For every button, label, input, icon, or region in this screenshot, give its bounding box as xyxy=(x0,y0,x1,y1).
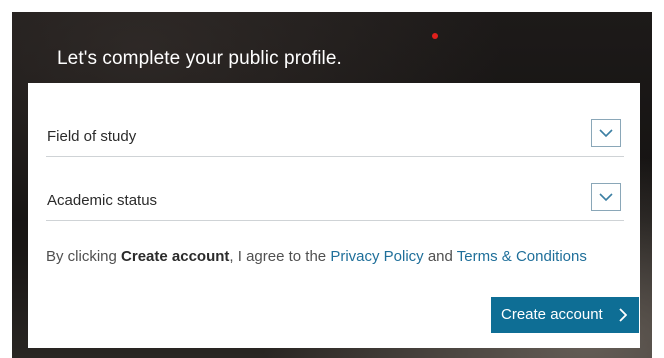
chevron-down-icon xyxy=(599,193,613,202)
field-of-study-select[interactable]: Field of study xyxy=(46,116,624,157)
academic-status-dropdown-button[interactable] xyxy=(591,183,621,211)
agreement-prefix: By clicking xyxy=(46,248,117,265)
agreement-and: and xyxy=(427,248,453,265)
profile-form-card: Field of study Academic status By clicki… xyxy=(28,83,640,348)
academic-status-label: Academic status xyxy=(47,192,158,209)
privacy-policy-link[interactable]: Privacy Policy xyxy=(330,248,423,265)
chevron-right-icon xyxy=(619,308,627,322)
academic-status-select[interactable]: Academic status xyxy=(46,180,624,221)
create-account-button[interactable]: Create account xyxy=(491,297,639,333)
agreement-middle: , I agree to the xyxy=(229,248,327,265)
create-account-label: Create account xyxy=(501,306,603,323)
red-indicator-dot xyxy=(432,33,438,39)
agreement-button-reference: Create account xyxy=(121,248,230,265)
field-of-study-dropdown-button[interactable] xyxy=(591,119,621,147)
field-of-study-label: Field of study xyxy=(47,128,137,145)
terms-and-conditions-link[interactable]: Terms & Conditions xyxy=(457,248,587,265)
agreement-text: By clicking Create account, I agree to t… xyxy=(46,248,587,265)
chevron-down-icon xyxy=(599,129,613,138)
page-title: Let's complete your public profile. xyxy=(57,48,342,69)
